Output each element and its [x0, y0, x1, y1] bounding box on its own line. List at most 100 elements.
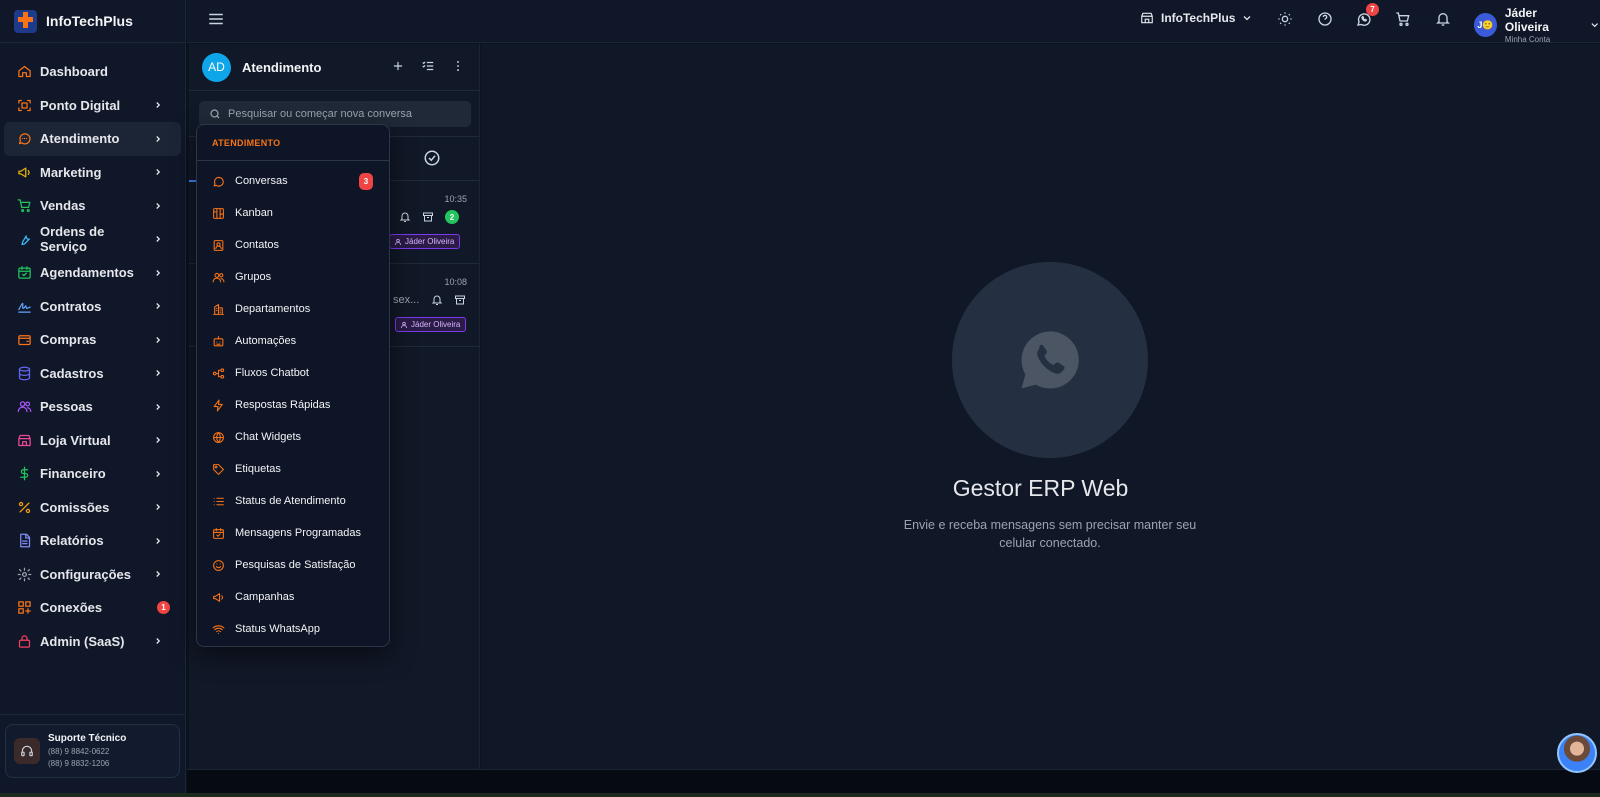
sidebar-item-ponto-digital[interactable]: Ponto Digital [4, 89, 181, 123]
sidebar-item-ordens-de-servico[interactable]: Ordens de Serviço [4, 223, 181, 257]
sidebar-item-label: Comissões [40, 499, 110, 515]
sidebar-item-label: Conexões [40, 600, 103, 616]
chevron-right-icon [153, 368, 163, 378]
sidebar-item-label: Ponto Digital [40, 97, 121, 113]
sidebar-item-label: Cadastros [40, 365, 104, 381]
store-icon [1141, 12, 1153, 24]
plus-icon[interactable] [391, 59, 405, 73]
chat-header: AD Atendimento [189, 44, 479, 91]
chat-avatar[interactable]: AD [202, 52, 231, 82]
user-subtitle: Minha Conta [1504, 35, 1551, 44]
menu-item-departamentos[interactable]: Departamentos [197, 293, 389, 325]
sidebar-item-conexoes[interactable]: Conexões 1 [4, 591, 181, 625]
file-icon [17, 533, 32, 548]
menu-item-pesquisas-de-satisfacao[interactable]: Pesquisas de Satisfação [197, 549, 389, 581]
hamburger-menu-icon[interactable] [207, 10, 225, 28]
agent-tag: Jáder Oliveira [389, 234, 461, 249]
sidebar-item-agendamentos[interactable]: Agendamentos [4, 256, 181, 290]
menu-item-campanhas[interactable]: Campanhas [197, 581, 389, 613]
menu-item-etiquetas[interactable]: Etiquetas [197, 453, 389, 485]
gear-icon [17, 567, 32, 582]
sidebar-item-label: Marketing [40, 164, 102, 180]
sidebar-item-label: Contratos [40, 298, 102, 314]
menu-item-respostas-rapidas[interactable]: Respostas Rápidas [197, 389, 389, 421]
sidebar-item-loja-virtual[interactable]: Loja Virtual [4, 424, 181, 458]
sidebar-item-relatorios[interactable]: Relatórios [4, 524, 181, 558]
user-name: Jáder Oliveira [1504, 6, 1549, 34]
conversation-time: 10:08 [444, 277, 467, 287]
support-agent-avatar[interactable] [1557, 733, 1597, 773]
sidebar-item-configuracoes[interactable]: Configurações [4, 558, 181, 592]
menu-item-label: Campanhas [235, 591, 295, 603]
chevron-down-icon [1591, 23, 1598, 28]
sidebar-item-compras[interactable]: Compras [4, 323, 181, 357]
sidebar-item-label: Vendas [40, 198, 86, 214]
sidebar-item-financeiro[interactable]: Financeiro [4, 457, 181, 491]
dropdown-header: ATENDIMENTO [197, 125, 389, 161]
menu-item-label: Fluxos Chatbot [235, 367, 309, 379]
headset-icon [14, 738, 40, 764]
atendimento-dropdown-menu: ATENDIMENTO Conversas 3 Kanban Contatos Grup… [196, 124, 390, 647]
chat-icon [17, 131, 32, 146]
bell-icon[interactable] [1435, 11, 1453, 29]
home-icon [17, 64, 32, 79]
more-vertical-icon[interactable] [451, 59, 465, 73]
megaphone-icon [212, 591, 225, 604]
menu-item-label: Departamentos [235, 303, 311, 315]
topbar: InfoTechPlus 7 J🙂 Jáder Oliveira Minha C… [187, 0, 1600, 44]
menu-item-label: Respostas Rápidas [235, 399, 331, 411]
sidebar-item-cadastros[interactable]: Cadastros [4, 357, 181, 391]
chat-title: Atendimento [242, 59, 322, 75]
list-check-icon[interactable] [421, 59, 435, 73]
chevron-right-icon [153, 335, 163, 345]
cart-icon[interactable] [1395, 11, 1413, 29]
bell-icon[interactable] [399, 211, 411, 223]
sidebar-item-contratos[interactable]: Contratos [4, 290, 181, 324]
store-icon [17, 433, 32, 448]
menu-item-label: Etiquetas [235, 463, 281, 475]
sidebar-item-comissoes[interactable]: Comissões [4, 491, 181, 525]
chat-bubble-icon [212, 175, 225, 188]
menu-item-fluxos-chatbot[interactable]: Fluxos Chatbot [197, 357, 389, 389]
menu-item-chat-widgets[interactable]: Chat Widgets [197, 421, 389, 453]
menu-item-label: Status de Atendimento [235, 495, 346, 507]
sun-icon[interactable] [1277, 11, 1295, 29]
help-icon[interactable] [1317, 11, 1335, 29]
bell-icon[interactable] [431, 294, 443, 306]
sidebar-item-admin-saas[interactable]: Admin (SaaS) [4, 625, 181, 659]
menu-item-status-de-atendimento[interactable]: Status de Atendimento [197, 485, 389, 517]
building-icon [212, 303, 225, 316]
sidebar-item-vendas[interactable]: Vendas [4, 189, 181, 223]
menu-item-conversas[interactable]: Conversas 3 [197, 165, 389, 197]
user-icon [394, 238, 402, 245]
sidebar-item-atendimento[interactable]: Atendimento [4, 122, 181, 156]
list-status-icon [212, 495, 225, 508]
menu-item-grupos[interactable]: Grupos [197, 261, 389, 293]
user-menu[interactable]: J🙂 Jáder Oliveira Minha Conta [1474, 6, 1600, 44]
sidebar-item-marketing[interactable]: Marketing [4, 156, 181, 190]
sidebar-item-pessoas[interactable]: Pessoas [4, 390, 181, 424]
page-title: Gestor ERP Web [952, 475, 1129, 501]
archive-icon[interactable] [422, 211, 434, 223]
menu-item-automacoes[interactable]: Automações [197, 325, 389, 357]
sidebar-item-dashboard[interactable]: Dashboard [4, 55, 181, 89]
menu-item-status-whatsapp[interactable]: Status WhatsApp [197, 613, 389, 645]
chevron-right-icon [153, 167, 163, 177]
signature-icon [17, 299, 32, 314]
menu-item-contatos[interactable]: Contatos [197, 229, 389, 261]
wifi-icon [212, 623, 225, 636]
sidebar-item-label: Dashboard [40, 64, 108, 80]
brand[interactable]: InfoTechPlus [0, 0, 185, 43]
chevron-right-icon [153, 636, 163, 646]
chevron-right-icon [153, 234, 163, 244]
company-selector[interactable]: InfoTechPlus [1140, 11, 1260, 25]
search-input[interactable] [228, 108, 458, 120]
support-card[interactable]: Suporte Técnico (88) 9 8842-0622 (88) 9 … [5, 724, 180, 778]
scan-icon [17, 98, 32, 113]
menu-item-mensagens-programadas[interactable]: Mensagens Programadas [197, 517, 389, 549]
menu-item-kanban[interactable]: Kanban [197, 197, 389, 229]
wallet-icon [17, 332, 32, 347]
tab-resolved-check-icon[interactable] [423, 149, 441, 167]
unread-badge: 2 [445, 210, 459, 224]
archive-icon[interactable] [454, 294, 466, 306]
